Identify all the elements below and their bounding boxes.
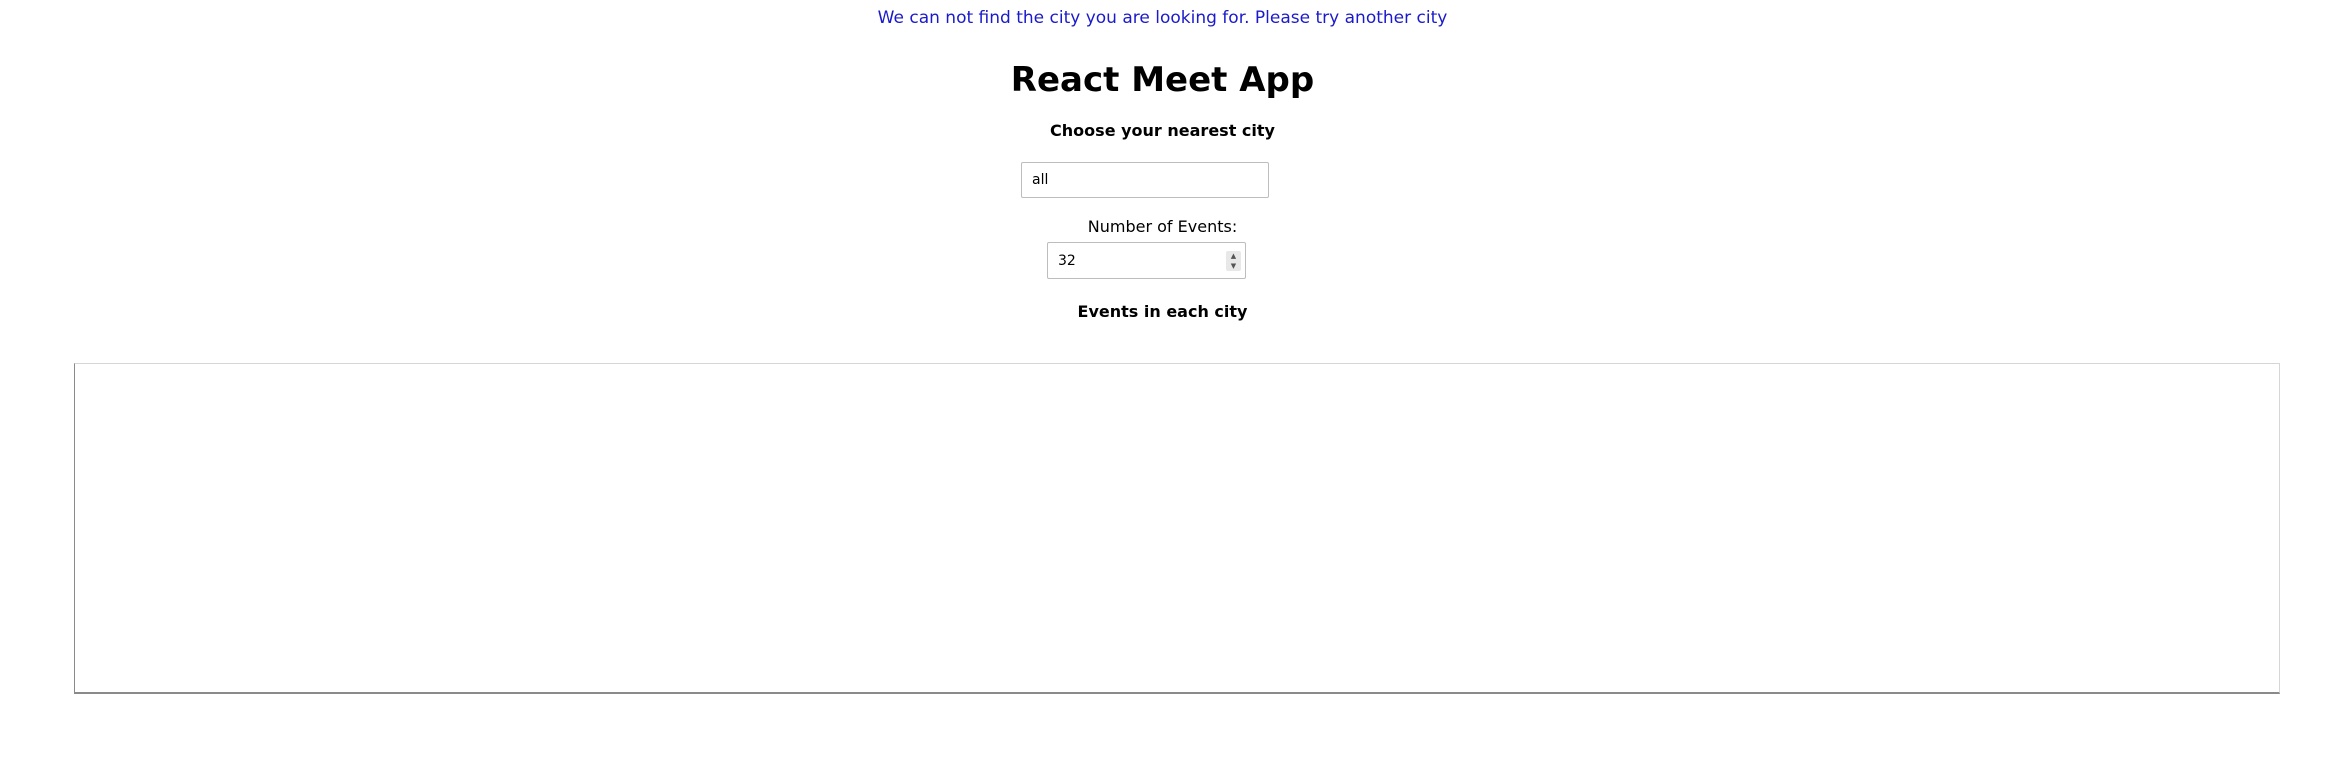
events-chart-area <box>74 363 2280 694</box>
app-page: We can not find the city you are looking… <box>0 0 2325 770</box>
city-search-input[interactable] <box>1021 162 1269 198</box>
events-chart-title: Events in each city <box>1077 302 1248 321</box>
number-of-events-input[interactable] <box>1048 243 1218 278</box>
page-title: React Meet App <box>1010 60 1315 100</box>
spinner-up-icon[interactable]: ▲ <box>1226 251 1241 261</box>
number-of-events-field[interactable]: ▲ ▼ <box>1047 242 1246 279</box>
spinner-down-icon[interactable]: ▼ <box>1226 261 1241 271</box>
number-spinner[interactable]: ▲ ▼ <box>1226 251 1241 271</box>
number-of-events-label: Number of Events: <box>1087 217 1238 236</box>
error-alert: We can not find the city you are looking… <box>877 8 1448 28</box>
city-search-label: Choose your nearest city <box>1050 121 1275 140</box>
